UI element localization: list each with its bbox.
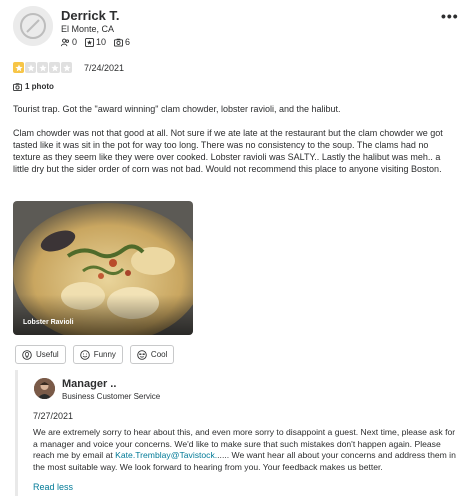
reply-date: 7/27/2021 bbox=[33, 411, 74, 421]
friends-icon bbox=[61, 38, 70, 46]
lightbulb-icon bbox=[22, 349, 32, 360]
review-star-icon bbox=[85, 37, 95, 47]
star-empty-icon bbox=[49, 62, 60, 73]
user-avatar[interactable] bbox=[13, 6, 53, 46]
reviews-stat: 10 bbox=[85, 37, 106, 47]
review-photo[interactable]: Lobster Ravioli bbox=[13, 201, 193, 335]
review-text: Tourist trap. Got the "award winning" cl… bbox=[13, 103, 458, 187]
owner-role: Business Customer Service bbox=[62, 392, 161, 401]
friends-stat: 0 bbox=[61, 37, 77, 47]
photos-stat: 6 bbox=[114, 37, 130, 47]
useful-button[interactable]: Useful bbox=[15, 345, 66, 364]
photo-count-label: 1 photo bbox=[25, 82, 54, 91]
owner-avatar[interactable] bbox=[34, 378, 55, 399]
star-empty-icon bbox=[61, 62, 72, 73]
user-stats: 0 10 6 bbox=[61, 37, 130, 47]
star-empty-icon bbox=[25, 62, 36, 73]
lobster-ravioli-photo bbox=[13, 201, 193, 335]
review-date: 7/24/2021 bbox=[84, 63, 125, 73]
useful-label: Useful bbox=[36, 350, 59, 359]
reaction-buttons: Useful Funny Cool bbox=[15, 345, 175, 364]
camera-icon bbox=[13, 82, 22, 91]
cool-label: Cool bbox=[150, 350, 168, 359]
smile-icon bbox=[79, 349, 90, 360]
funny-label: Funny bbox=[93, 350, 116, 359]
sunglasses-icon bbox=[137, 349, 147, 360]
friends-count: 0 bbox=[72, 37, 78, 47]
camera-icon bbox=[114, 38, 124, 47]
owner-reply: Manager .. Business Customer Service 7/2… bbox=[15, 370, 460, 496]
review-paragraph: Clam chowder was not that good at all. N… bbox=[13, 128, 443, 174]
photo-count-link[interactable]: 1 photo bbox=[13, 82, 54, 91]
photos-count: 6 bbox=[125, 37, 131, 47]
star-rating bbox=[13, 62, 72, 73]
user-location: El Monte, CA bbox=[61, 24, 115, 34]
reply-email-link[interactable]: Kate.Tremblay@Tavistock. bbox=[115, 450, 217, 460]
star-filled-icon bbox=[13, 62, 24, 73]
photo-caption: Lobster Ravioli bbox=[23, 319, 74, 326]
more-options-icon[interactable]: ••• bbox=[441, 8, 459, 24]
user-name[interactable]: Derrick T. bbox=[61, 8, 120, 23]
funny-button[interactable]: Funny bbox=[72, 345, 123, 364]
cool-button[interactable]: Cool bbox=[129, 345, 175, 364]
reply-text: We are extremely sorry to hear about thi… bbox=[33, 427, 461, 473]
review-paragraph: Tourist trap. Got the "award winning" cl… bbox=[13, 104, 341, 114]
star-empty-icon bbox=[37, 62, 48, 73]
reviews-count: 10 bbox=[96, 37, 107, 47]
read-less-link[interactable]: Read less bbox=[33, 482, 73, 492]
owner-name: Manager .. bbox=[62, 378, 117, 390]
